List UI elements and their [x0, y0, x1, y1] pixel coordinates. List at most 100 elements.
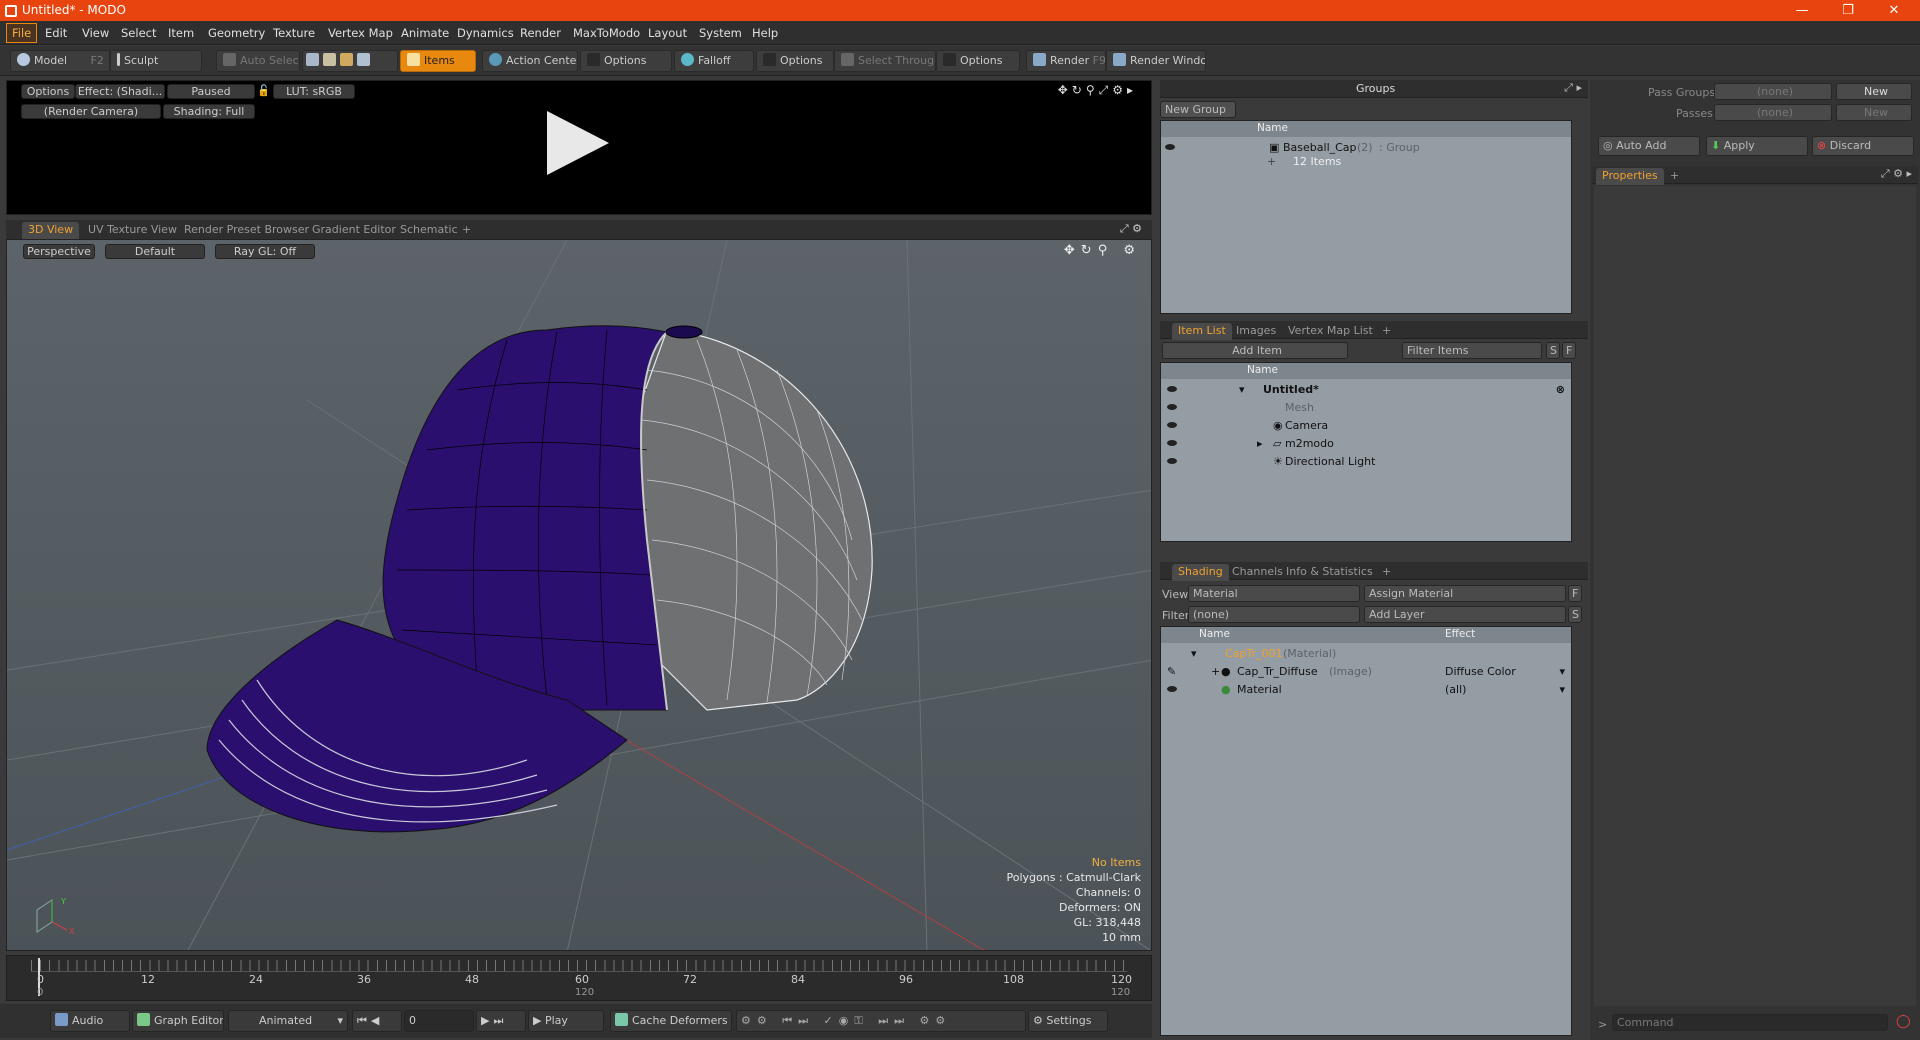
command-stop-icon[interactable]: ◯: [1896, 1014, 1911, 1029]
tab-properties[interactable]: Properties: [1596, 168, 1664, 185]
item-row-untitled[interactable]: ▾ Untitled* ⊗: [1161, 381, 1571, 399]
properties-panel-icons[interactable]: ⤢ ⚙ ▸: [1881, 167, 1912, 181]
menu-animate[interactable]: Animate: [401, 26, 449, 40]
falloff-options-button[interactable]: Options: [756, 50, 834, 72]
render-camera-dropdown[interactable]: (Render Camera): [21, 104, 161, 119]
model-mode-button[interactable]: Model F2: [10, 50, 110, 72]
timeline[interactable]: 0 12 24 36 48 60 72 84 96 108 120 0 120 …: [6, 955, 1152, 1001]
discard-button[interactable]: ⊗ Discard: [1812, 136, 1914, 156]
add-layer-dropdown[interactable]: Add Layer: [1364, 606, 1566, 623]
animated-dropdown[interactable]: Animated ▾: [228, 1010, 348, 1032]
add-tab-button[interactable]: +: [1664, 168, 1685, 185]
shader-tree[interactable]: Name Effect ▾ CapTr_001 (Material) ✎ + ●…: [1160, 626, 1572, 1036]
audio-button[interactable]: Audio: [50, 1010, 130, 1032]
render-button[interactable]: Render F9: [1026, 50, 1106, 72]
menu-vertex-map[interactable]: Vertex Map: [328, 26, 393, 40]
filter-items-input[interactable]: Filter Items: [1402, 342, 1542, 359]
frame-step-back-buttons[interactable]: ⏮◀: [352, 1010, 402, 1032]
menu-render[interactable]: Render: [520, 26, 561, 40]
item-list-tree[interactable]: Name ▾ Untitled* ⊗ Mesh ◉ Camera ▸ ▱ m2m…: [1160, 362, 1572, 542]
command-input[interactable]: Command: [1612, 1014, 1888, 1031]
play-button[interactable]: ▶ Play: [528, 1010, 604, 1032]
lut-dropdown[interactable]: LUT: sRGB: [273, 84, 355, 99]
select-through-button[interactable]: Select Through: [834, 50, 936, 72]
add-item-dropdown[interactable]: Add Item: [1162, 342, 1348, 359]
auto-add-button[interactable]: ◎ Auto Add: [1598, 136, 1700, 156]
item-list-s-button[interactable]: S: [1546, 342, 1560, 359]
tab-gradient-editor[interactable]: Gradient Editor: [306, 222, 402, 239]
tab-vertex-map-list[interactable]: Vertex Map List: [1282, 323, 1379, 340]
lock-icon[interactable]: 🔓: [257, 84, 267, 99]
preview-effect-dropdown[interactable]: Effect: (Shadi...: [75, 84, 165, 99]
add-tab-button[interactable]: +: [1376, 564, 1397, 581]
chevron-down-icon[interactable]: ▾: [1559, 663, 1565, 681]
menu-dynamics[interactable]: Dynamics: [457, 26, 514, 40]
shader-row-diffuse-image[interactable]: ✎ + ● Cap_Tr_Diffuse (Image) Diffuse Col…: [1161, 663, 1571, 681]
tab-info-statistics[interactable]: Info & Statistics: [1280, 564, 1379, 581]
add-tab-button[interactable]: +: [1376, 323, 1397, 340]
tab-images[interactable]: Images: [1230, 323, 1282, 340]
menu-view[interactable]: View: [82, 26, 109, 40]
eye-icon[interactable]: [1167, 681, 1177, 699]
tab-schematic[interactable]: Schematic: [394, 222, 464, 239]
item-row-m2modo[interactable]: ▸ ▱ m2modo: [1161, 435, 1571, 453]
cache-deformers-button[interactable]: Cache Deformers: [610, 1010, 732, 1032]
restore-button[interactable]: ❐: [1826, 0, 1870, 21]
action-center-button[interactable]: Action Center: [482, 50, 578, 72]
minimize-button[interactable]: —: [1780, 0, 1824, 21]
item-list-f-button[interactable]: F: [1562, 342, 1576, 359]
tab-3d-view[interactable]: 3D View: [22, 222, 80, 239]
tab-item-list[interactable]: Item List: [1172, 323, 1232, 340]
settings-button[interactable]: ⚙ Settings: [1028, 1010, 1108, 1032]
passes-dropdown[interactable]: (none): [1714, 104, 1832, 121]
shading-f-button[interactable]: F: [1568, 585, 1582, 602]
chevron-down-icon[interactable]: ▾: [1559, 681, 1565, 699]
menu-layout[interactable]: Layout: [648, 26, 687, 40]
view-dropdown[interactable]: Material: [1188, 585, 1360, 602]
new-pass-button[interactable]: New: [1836, 104, 1912, 121]
sculpt-mode-button[interactable]: Sculpt: [110, 50, 202, 72]
3d-viewport[interactable]: Perspective Default Ray GL: Off ✥↻⚲ ⚙ Y …: [6, 239, 1152, 951]
expand-icon[interactable]: +: [1267, 153, 1276, 171]
component-mode-buttons[interactable]: [302, 50, 398, 72]
shading-dropdown[interactable]: Shading: Full: [163, 104, 255, 119]
menu-maxtomodo[interactable]: MaxToModo: [573, 26, 640, 40]
edges-mode-icon[interactable]: [323, 53, 336, 66]
close-button[interactable]: ✕: [1872, 0, 1916, 21]
eye-icon[interactable]: [1167, 381, 1177, 399]
item-row-mesh[interactable]: Mesh: [1161, 399, 1571, 417]
shader-row-material-group[interactable]: ▾ CapTr_001 (Material): [1161, 645, 1571, 663]
eye-icon[interactable]: [1167, 453, 1177, 471]
menu-geometry[interactable]: Geometry: [208, 26, 265, 40]
new-group-button[interactable]: New Group: [1160, 101, 1236, 118]
tab-uv-texture-view[interactable]: UV Texture View: [82, 222, 183, 239]
menu-edit[interactable]: Edit: [45, 26, 67, 40]
polygons-mode-icon[interactable]: [340, 53, 353, 66]
menu-texture[interactable]: Texture: [273, 26, 315, 40]
effect-dropdown[interactable]: (all): [1445, 681, 1466, 699]
select-through-options-button[interactable]: Options: [936, 50, 1020, 72]
eye-icon[interactable]: [1167, 417, 1177, 435]
expand-arrow-icon[interactable]: ▸: [1257, 435, 1263, 453]
groups-panel-icons[interactable]: ⤢ ▸: [1564, 81, 1582, 95]
action-center-options-button[interactable]: Options: [580, 50, 672, 72]
viewport-panel-icons[interactable]: ⤢ ⚙: [1120, 222, 1142, 236]
shading-s-button[interactable]: S: [1568, 606, 1582, 623]
preview-nav-icons[interactable]: ✥↻⚲⤢⚙▸: [1058, 83, 1137, 98]
vertices-mode-icon[interactable]: [306, 53, 319, 66]
item-row-camera[interactable]: ◉ Camera: [1161, 417, 1571, 435]
menu-file[interactable]: File: [6, 23, 38, 43]
filter-dropdown[interactable]: (none): [1188, 606, 1360, 623]
effect-dropdown[interactable]: Diffuse Color: [1445, 663, 1516, 681]
key-tools-icons[interactable]: ⚙⚙ ⏮⏭ ✓◉⚿ ⏭⏭ ⚙⚙: [736, 1010, 1026, 1032]
menu-select[interactable]: Select: [121, 26, 156, 40]
current-frame-field[interactable]: 0: [404, 1010, 474, 1032]
pass-groups-dropdown[interactable]: (none): [1714, 83, 1832, 100]
expand-icon[interactable]: +: [1211, 663, 1220, 681]
new-pass-group-button[interactable]: New: [1836, 83, 1912, 100]
assign-material-button[interactable]: Assign Material: [1364, 585, 1566, 602]
eye-icon[interactable]: [1167, 435, 1177, 453]
tab-render-preset-browser[interactable]: Render Preset Browser: [178, 222, 315, 239]
collapse-icon[interactable]: ▾: [1191, 645, 1197, 663]
shader-row-material[interactable]: ● Material (all) ▾: [1161, 681, 1571, 699]
